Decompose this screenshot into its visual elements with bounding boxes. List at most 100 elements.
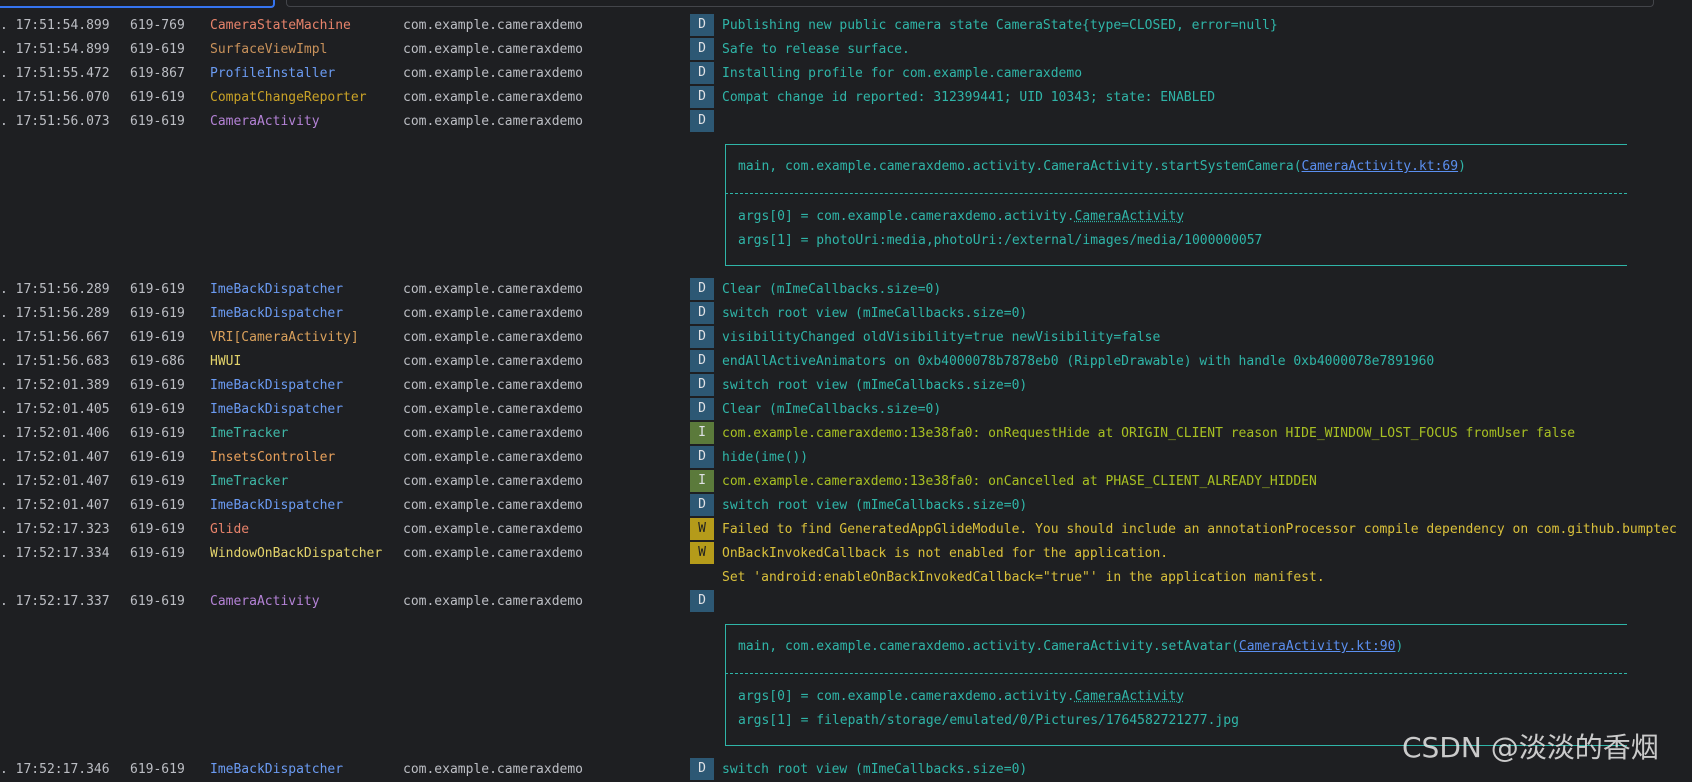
log-tag: Glide: [210, 522, 250, 537]
log-tag: ProfileInstaller: [210, 66, 336, 81]
log-package: com.example.cameraxdemo: [403, 42, 584, 57]
log-package: com.example.cameraxdemo: [403, 498, 584, 513]
log-row[interactable]: . 17:51:56.667 619-619 VRI[CameraActivity]…: [0, 326, 1692, 350]
log-row[interactable]: . 17:52:01.407 619-619 ImeTracker com.examp…: [0, 470, 1692, 494]
log-row[interactable]: . 17:51:56.289 619-619 ImeBackDispatcher co…: [0, 278, 1692, 302]
log-level-badge: D: [690, 302, 714, 324]
log-tag: ImeBackDispatcher: [210, 498, 344, 513]
log-package: com.example.cameraxdemo: [403, 306, 584, 321]
log-pid-tid: 619-619: [130, 594, 185, 609]
log-row[interactable]: . 17:52:01.406 619-619 ImeTracker com.examp…: [0, 422, 1692, 446]
box1-source-link[interactable]: CameraActivity.kt:69: [1302, 159, 1459, 174]
log-package: com.example.cameraxdemo: [403, 426, 584, 441]
log-timestamp: . 17:51:56.683: [0, 354, 110, 369]
log-pid-tid: 619-619: [130, 378, 185, 393]
box2-source-link[interactable]: CameraActivity.kt:90: [1239, 639, 1396, 654]
log-row[interactable]: . 17:51:54.899 619-769 CameraStateMachine c…: [0, 14, 1692, 38]
log-message: Failed to find GeneratedAppGlideModule. …: [722, 522, 1677, 537]
log-message: switch root view (mImeCallbacks.size=0): [722, 762, 1028, 777]
log-row[interactable]: . 17:52:17.337 619-619 CameraActivity com.e…: [0, 590, 1692, 614]
log-message: com.example.cameraxdemo:13e38fa0: onRequ…: [722, 426, 1576, 441]
log-level-badge: D: [690, 14, 714, 36]
log-row[interactable]: . 17:52:01.405 619-619 ImeBackDispatcher co…: [0, 398, 1692, 422]
log-pid-tid: 619-619: [130, 42, 185, 57]
box2-arg0-text: args[0] = com.example.cameraxdemo.activi…: [738, 689, 1075, 704]
filter-input[interactable]: [286, 0, 1654, 7]
log-row[interactable]: . 17:51:55.472 619-867 ProfileInstaller com…: [0, 62, 1692, 86]
toolbar-strip: [0, 0, 1692, 8]
log-package: com.example.cameraxdemo: [403, 474, 584, 489]
box1-arg0: args[0] = com.example.cameraxdemo.activi…: [738, 205, 1184, 229]
log-tag: ImeBackDispatcher: [210, 282, 344, 297]
box2-main-text: main, com.example.cameraxdemo.activity.C…: [738, 639, 1239, 654]
log-pid-tid: 619-619: [130, 114, 185, 129]
log-message: com.example.cameraxdemo:13e38fa0: onCanc…: [722, 474, 1317, 489]
log-timestamp: . 17:52:01.407: [0, 474, 110, 489]
log-tag: CameraStateMachine: [210, 18, 351, 33]
log-tag: CameraActivity: [210, 114, 320, 129]
log-tag: ImeBackDispatcher: [210, 402, 344, 417]
log-tag: WindowOnBackDispatcher: [210, 546, 383, 561]
log-pid-tid: 619-619: [130, 90, 185, 105]
watermark: CSDN @淡淡的香烟: [1402, 731, 1659, 764]
log-row[interactable]: . 17:52:01.407 619-619 InsetsController com…: [0, 446, 1692, 470]
log-level-badge: D: [690, 494, 714, 516]
log-pid-tid: 619-619: [130, 402, 185, 417]
log-row[interactable]: . 17:51:54.899 619-619 SurfaceViewImpl com.…: [0, 38, 1692, 62]
log-timestamp: . 17:52:17.323: [0, 522, 110, 537]
log-message: Installing profile for com.example.camer…: [722, 66, 1083, 81]
log-message: switch root view (mImeCallbacks.size=0): [722, 378, 1028, 393]
log-package: com.example.cameraxdemo: [403, 354, 584, 369]
log-package: com.example.cameraxdemo: [403, 546, 584, 561]
log-row[interactable]: . 17:51:56.073 619-619 CameraActivity com.e…: [0, 110, 1692, 134]
log-pid-tid: 619-619: [130, 426, 185, 441]
log-message: hide(ime()): [722, 450, 809, 465]
log-tag: SurfaceViewImpl: [210, 42, 328, 57]
log-tag: CompatChangeReporter: [210, 90, 367, 105]
log-package: com.example.cameraxdemo: [403, 402, 584, 417]
log-pid-tid: 619-619: [130, 762, 185, 777]
log-tag: ImeTracker: [210, 426, 289, 441]
log-level-badge: D: [690, 758, 714, 780]
log-pid-tid: 619-769: [130, 18, 185, 33]
log-tag: CameraActivity: [210, 594, 320, 609]
log-timestamp: . 17:52:01.407: [0, 450, 110, 465]
log-message: visibilityChanged oldVisibility=true new…: [722, 330, 1161, 345]
log-message: Publishing new public camera state Camer…: [722, 18, 1278, 33]
log-timestamp: . 17:52:01.406: [0, 426, 110, 441]
box1-arg0-text: args[0] = com.example.cameraxdemo.activi…: [738, 209, 1075, 224]
log-message: Clear (mImeCallbacks.size=0): [722, 282, 942, 297]
log-pid-tid: 619-867: [130, 66, 185, 81]
log-timestamp: . 17:51:55.472: [0, 66, 110, 81]
log-row[interactable]: Set 'android:enableOnBackInvokedCallback…: [0, 566, 1692, 590]
log-timestamp: . 17:52:17.346: [0, 762, 110, 777]
log-tag: ImeBackDispatcher: [210, 378, 344, 393]
box2-main-line: main, com.example.cameraxdemo.activity.C…: [738, 635, 1403, 659]
log-row[interactable]: . 17:51:56.683 619-686 HWUI com.example.cam…: [0, 350, 1692, 374]
log-package: com.example.cameraxdemo: [403, 66, 584, 81]
log-row[interactable]: . 17:52:01.389 619-619 ImeBackDispatcher co…: [0, 374, 1692, 398]
log-pid-tid: 619-619: [130, 282, 185, 297]
log-pid-tid: 619-619: [130, 330, 185, 345]
log-level-badge: D: [690, 278, 714, 300]
log-row[interactable]: . 17:52:01.407 619-619 ImeBackDispatcher co…: [0, 494, 1692, 518]
log-level-badge: D: [690, 326, 714, 348]
box2-arg0-class: CameraActivity: [1074, 689, 1185, 704]
log-package: com.example.cameraxdemo: [403, 450, 584, 465]
log-level-badge: D: [690, 374, 714, 396]
log-row[interactable]: . 17:52:17.334 619-619 WindowOnBackDispatc…: [0, 542, 1692, 566]
log-level-badge: I: [690, 422, 714, 444]
log-message: OnBackInvokedCallback is not enabled for…: [722, 546, 1169, 561]
log-message: endAllActiveAnimators on 0xb4000078b7878…: [722, 354, 1435, 369]
log-message: Set 'android:enableOnBackInvokedCallback…: [722, 570, 1325, 585]
log-tag: HWUI: [210, 354, 242, 369]
log-row[interactable]: . 17:51:56.289 619-619 ImeBackDispatcher co…: [0, 302, 1692, 326]
log-level-badge: D: [690, 350, 714, 372]
log-message: Safe to release surface.: [722, 42, 910, 57]
box1-arg1: args[1] = photoUri:media,photoUri:/exter…: [738, 233, 1263, 248]
box2-arg1: args[1] = filepath/storage/emulated/0/Pi…: [738, 713, 1239, 728]
log-timestamp: . 17:51:54.899: [0, 42, 110, 57]
log-row[interactable]: . 17:52:17.323 619-619 Glide com.example.ca…: [0, 518, 1692, 542]
filter-tab-focused[interactable]: [0, 0, 275, 8]
log-row[interactable]: . 17:51:56.070 619-619 CompatChangeReporte…: [0, 86, 1692, 110]
